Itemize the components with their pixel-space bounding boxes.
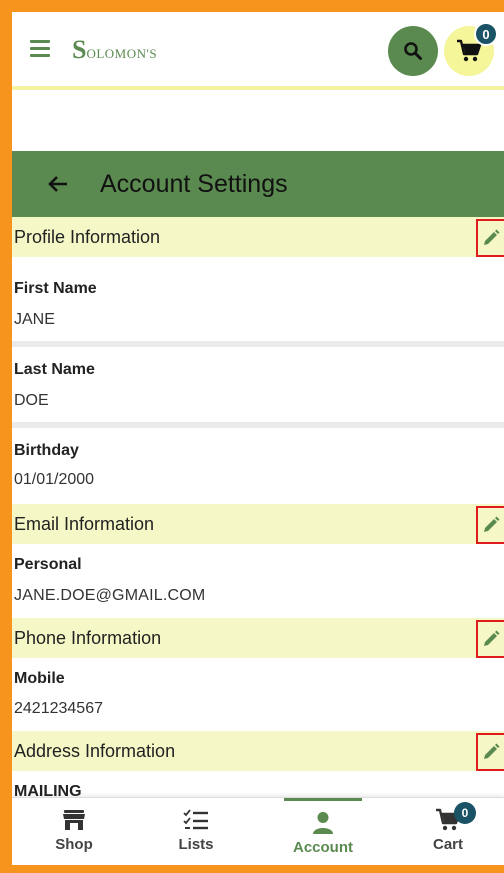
edit-address-button[interactable]: [476, 733, 504, 771]
personal-email-label: Personal: [14, 556, 82, 573]
nav-shop[interactable]: Shop: [14, 798, 134, 865]
shop-icon: [63, 810, 85, 830]
page-title-bar: Account Settings: [12, 151, 504, 217]
profile-section-header: Profile Information: [12, 217, 504, 257]
profile-section-title: Profile Information: [14, 226, 161, 247]
last-name-label: Last Name: [14, 361, 95, 378]
nav-shop-label: Shop: [55, 836, 93, 853]
nav-lists[interactable]: Lists: [136, 798, 256, 865]
address-section-title: Address Information: [14, 740, 176, 761]
back-arrow-icon[interactable]: [46, 172, 70, 196]
hamburger-menu-icon[interactable]: [30, 40, 50, 57]
divider: [12, 422, 504, 428]
pencil-icon: [484, 630, 500, 646]
phone-section-title: Phone Information: [14, 627, 162, 648]
birthday-label: Birthday: [14, 442, 79, 459]
address-section-header: Address Information: [12, 731, 504, 771]
search-icon: [404, 42, 422, 60]
logo-initial: S: [72, 35, 87, 64]
first-name-label: First Name: [14, 280, 97, 297]
lists-icon: [183, 809, 208, 830]
edit-email-button[interactable]: [476, 506, 504, 544]
search-button[interactable]: [388, 26, 438, 76]
personal-email-value: JANE.DOE@GMAIL.COM: [14, 587, 206, 604]
nav-account[interactable]: Account: [284, 798, 362, 865]
logo-rest: OLOMON'S: [86, 46, 158, 61]
nav-account-label: Account: [293, 839, 353, 856]
first-name-value: JANE: [14, 311, 55, 328]
email-section-title: Email Information: [14, 513, 155, 534]
mobile-label: Mobile: [14, 670, 65, 687]
pencil-icon: [484, 229, 500, 245]
nav-cart[interactable]: 0 Cart: [388, 798, 504, 865]
pencil-icon: [484, 743, 500, 759]
mobile-value: 2421234567: [14, 700, 103, 717]
pencil-icon: [484, 516, 500, 532]
nav-cart-label: Cart: [432, 836, 463, 853]
account-icon: [313, 812, 333, 834]
last-name-value: DOE: [14, 392, 49, 409]
app-header: SOLOMON'S 0: [12, 12, 504, 90]
header-cart-count-badge: 0: [474, 22, 498, 46]
birthday-value: 01/01/2000: [14, 471, 95, 488]
divider: [12, 341, 504, 347]
phone-section-header: Phone Information: [12, 618, 504, 658]
page-title: Account Settings: [100, 169, 288, 198]
edit-profile-button[interactable]: [476, 219, 504, 257]
header-divider: [12, 86, 504, 90]
nav-cart-count-badge: 0: [454, 802, 476, 824]
bottom-navigation: Shop Lists Account 0 Cart: [12, 797, 504, 865]
email-section-header: Email Information: [12, 504, 504, 544]
solomons-logo[interactable]: SOLOMON'S: [72, 35, 157, 65]
edit-phone-button[interactable]: [476, 620, 504, 658]
screenshot-frame: SOLOMON'S 0 Account Settings Profile Inf…: [0, 0, 504, 873]
nav-lists-label: Lists: [178, 836, 214, 853]
